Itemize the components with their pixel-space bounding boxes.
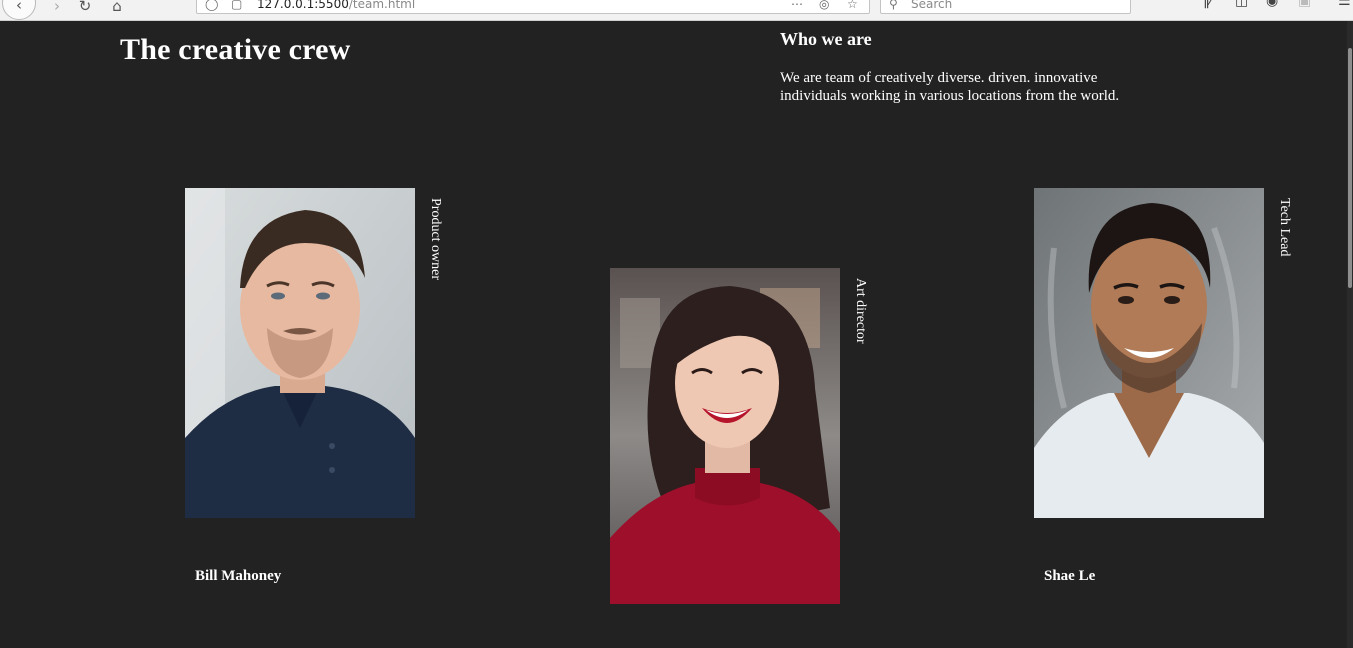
- about-text: We are team of creatively diverse. drive…: [780, 70, 1120, 104]
- page-title: The creative crew: [120, 33, 351, 66]
- member-role: Product owner: [428, 198, 443, 281]
- url-text[interactable]: 127.0.0.1:5500/team.html: [257, 0, 415, 10]
- reload-icon[interactable]: ↻: [68, 0, 102, 20]
- library-icon[interactable]: ‖⁄: [1203, 0, 1212, 8]
- browser-toolbar: ‹ › ↻ ⌂ ◯ ▢ 127.0.0.1:5500/team.html ⋯ ◎…: [0, 0, 1353, 21]
- scrollbar-thumb[interactable]: [1348, 48, 1352, 288]
- member-photo-tech-lead: [1034, 188, 1264, 518]
- star-icon[interactable]: ☆: [847, 0, 858, 10]
- extension-icon[interactable]: ▣: [1298, 0, 1311, 8]
- member-name: Bill Mahoney: [195, 568, 282, 584]
- lock-icon: ▢: [231, 0, 243, 11]
- back-arrow-icon[interactable]: ‹: [2, 0, 36, 20]
- member-name: Shae Le: [1044, 568, 1096, 584]
- member-photo-art-director: [610, 268, 840, 604]
- member-photo-product-owner: [185, 188, 415, 518]
- search-bar[interactable]: ⚲ Search: [880, 0, 1131, 14]
- sidebar-icon[interactable]: ◫: [1235, 0, 1248, 8]
- account-icon[interactable]: ◉: [1266, 0, 1278, 8]
- shield-icon[interactable]: ◯: [205, 0, 218, 10]
- pocket-icon[interactable]: ◎: [819, 0, 829, 10]
- search-placeholder: Search: [911, 0, 953, 11]
- address-bar[interactable]: ◯ ▢ 127.0.0.1:5500/team.html ⋯ ◎ ☆: [196, 0, 870, 14]
- member-role: Art director: [853, 278, 868, 344]
- member-role: Tech Lead: [1277, 198, 1292, 257]
- about-heading: Who we are: [780, 29, 872, 49]
- home-icon[interactable]: ⌂: [100, 0, 134, 20]
- hamburger-menu-icon[interactable]: ☰: [1338, 0, 1351, 8]
- search-icon: ⚲: [889, 0, 898, 11]
- ellipsis-icon[interactable]: ⋯: [791, 0, 803, 10]
